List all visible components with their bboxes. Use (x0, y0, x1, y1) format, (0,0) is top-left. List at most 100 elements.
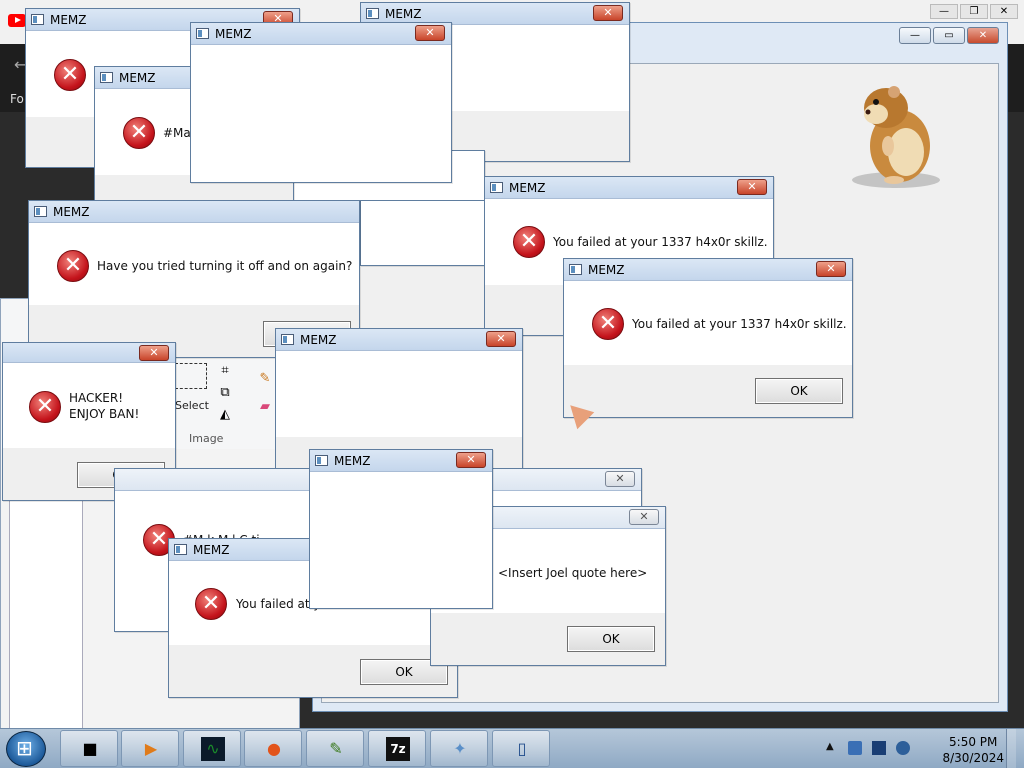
dialog-message: You failed at your 1337 h4x0r skillz. (553, 235, 768, 249)
eraser-icon[interactable]: ▰ (257, 399, 273, 415)
error-icon: ✕ (513, 226, 545, 258)
dialog-titlebar[interactable]: MEMZ ✕ (310, 450, 492, 472)
task-manager-icon: ∿ (201, 737, 225, 761)
browser-partial-text: Fo (10, 92, 24, 106)
browser-window-controls: — ❐ ✕ (930, 4, 1018, 19)
window-icon (174, 544, 187, 555)
dialog-title: MEMZ (215, 27, 252, 41)
dialog-title: MEMZ (119, 71, 156, 85)
dialog-title: MEMZ (588, 263, 625, 277)
window-icon (100, 72, 113, 83)
error-icon: ✕ (54, 59, 86, 91)
dialog-title: MEMZ (300, 333, 337, 347)
select-tool-icon[interactable] (175, 363, 207, 389)
taskbar-app-firefox[interactable]: ● (244, 730, 302, 767)
close-button[interactable]: ✕ (629, 509, 659, 525)
window-icon (196, 28, 209, 39)
maximize-icon[interactable]: ▭ (933, 27, 965, 44)
paint-icon: ✦ (453, 739, 467, 758)
media-player-icon: ▶ (144, 739, 158, 758)
clock[interactable]: 5:50 PM 8/30/2024 (942, 734, 1004, 766)
dialog-title: MEMZ (334, 454, 371, 468)
close-button[interactable]: ✕ (605, 471, 635, 487)
error-icon: ✕ (29, 391, 61, 423)
error-icon: ✕ (123, 117, 155, 149)
media-center-icon: ■ (82, 739, 98, 758)
error-icon: ✕ (57, 250, 89, 282)
clock-time: 5:50 PM (949, 735, 998, 749)
memz-dialog-partial (360, 200, 490, 266)
system-tray: ▲ 5:50 PM 8/30/2024 (826, 729, 1016, 768)
dialog-title: MEMZ (53, 205, 90, 219)
close-button[interactable]: ✕ (737, 179, 767, 195)
window-icon (315, 455, 328, 466)
dialog-message: Have you tried turning it off and on aga… (97, 259, 353, 273)
network-tray-icon[interactable] (848, 741, 862, 755)
show-desktop-button[interactable] (1006, 729, 1016, 768)
window-icon (366, 8, 379, 19)
error-icon: ✕ (592, 308, 624, 340)
volume-tray-icon[interactable] (896, 741, 910, 755)
dialog-title: MEMZ (193, 543, 230, 557)
start-button[interactable] (6, 731, 46, 767)
taskbar-app-task-manager[interactable]: ∿ (183, 730, 241, 767)
dialog-title: MEMZ (50, 13, 87, 27)
dialog-titlebar[interactable]: ✕ (3, 343, 175, 363)
window-icon (569, 264, 582, 275)
close-button[interactable]: ✕ (593, 5, 623, 21)
close-icon[interactable]: ✕ (967, 27, 999, 44)
dialog-title: MEMZ (385, 7, 422, 21)
taskbar-app-media-player[interactable]: ▶ (121, 730, 179, 767)
memz-dialog: MEMZ ✕ (190, 22, 452, 183)
memz-dialog: MEMZ ✕ (309, 449, 493, 609)
pencil-icon[interactable]: ✎ (257, 371, 273, 387)
close-button[interactable]: ✕ (816, 261, 846, 277)
crop-icon[interactable]: ⌗ (217, 363, 233, 379)
minimize-icon[interactable]: — (899, 27, 931, 44)
dialog-titlebar[interactable]: MEMZ ✕ (191, 23, 451, 45)
show-hidden-icons-icon[interactable]: ▲ (826, 741, 834, 752)
minimize-icon[interactable]: — (930, 4, 958, 19)
close-button[interactable]: ✕ (415, 25, 445, 41)
dialog-message: You failed at your 1337 h4x0r skillz. (632, 317, 847, 331)
rotate-icon[interactable]: ◭ (217, 407, 233, 423)
dialog-message: <Insert Joel quote here> (498, 566, 648, 580)
image-group-label: Image (189, 432, 224, 445)
youtube-icon[interactable] (8, 14, 26, 27)
ok-button[interactable]: OK (567, 626, 655, 652)
dialog-titlebar[interactable]: MEMZ ✕ (276, 329, 522, 351)
hamster-image (852, 86, 940, 188)
error-icon: ✕ (195, 588, 227, 620)
dialog-message-line1: HACKER! (69, 391, 123, 405)
select-label[interactable]: Select (175, 399, 209, 412)
close-button[interactable]: ✕ (486, 331, 516, 347)
dialog-titlebar[interactable]: MEMZ ✕ (485, 177, 773, 199)
window-icon (34, 206, 47, 217)
dialog-title: MEMZ (509, 181, 546, 195)
dialog-message: You failed at y (236, 597, 321, 611)
notepad-icon: ✎ (329, 739, 343, 758)
dialog-titlebar[interactable]: MEMZ ✕ (564, 259, 852, 281)
taskbar-app-paint[interactable]: ✦ (430, 730, 488, 767)
firefox-icon: ● (267, 739, 281, 758)
clock-date: 8/30/2024 (942, 751, 1004, 765)
restore-icon[interactable]: ❐ (960, 4, 988, 19)
memz-dialog: MEMZ ✕ ✕ You failed at your 1337 h4x0r s… (563, 258, 853, 418)
taskbar-app-tablet[interactable]: ▯ (492, 730, 550, 767)
window-icon (281, 334, 294, 345)
dialog-message-line2: ENJOY BAN! (69, 407, 140, 421)
7zip-icon: 7z (386, 737, 410, 761)
window-icon (31, 14, 44, 25)
taskbar-app-7zip[interactable]: 7z (368, 730, 426, 767)
close-icon[interactable]: ✕ (990, 4, 1018, 19)
window-icon (490, 182, 503, 193)
close-button[interactable]: ✕ (456, 452, 486, 468)
taskbar-app-media-center[interactable]: ■ (60, 730, 118, 767)
resize-icon[interactable]: ⧉ (217, 385, 233, 401)
ok-button[interactable]: OK (755, 378, 843, 404)
taskbar-app-notepad[interactable]: ✎ (306, 730, 364, 767)
close-button[interactable]: ✕ (139, 345, 169, 361)
dialog-titlebar[interactable]: MEMZ (29, 201, 359, 223)
tablet-icon: ▯ (517, 739, 527, 758)
display-tray-icon[interactable] (872, 741, 886, 755)
